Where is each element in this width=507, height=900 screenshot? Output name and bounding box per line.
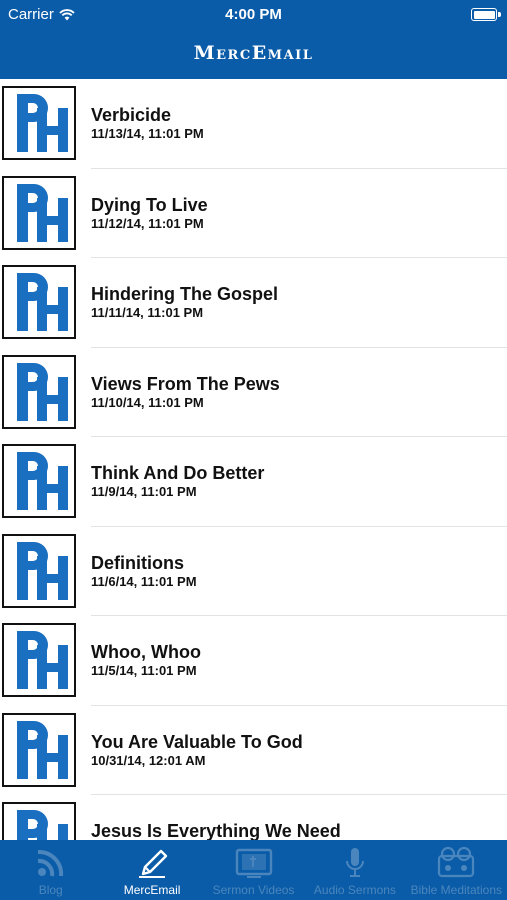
item-title: Definitions [91,552,184,573]
list-item[interactable]: Jesus Is Everything We Need [0,795,507,840]
rss-icon [31,846,71,880]
tab-mercemail[interactable]: MercEmail [101,840,202,900]
tab-audio-sermons[interactable]: Audio Sermons [304,840,405,900]
tab-label: Bible Meditations [410,883,503,897]
ph-logo-icon [2,86,76,160]
item-title: Views From The Pews [91,373,280,394]
item-date: 11/9/14, 11:01 PM [91,484,197,499]
item-title: Whoo, Whoo [91,642,201,662]
status-time: 4:00 PM [225,6,282,23]
item-title: Jesus Is Everything We Need [91,821,341,840]
ph-logo-icon [2,444,76,518]
microphone-icon [335,846,375,880]
item-title: Verbicide [91,105,172,125]
ph-logo-icon [2,623,76,697]
item-date: 11/10/14, 11:01 PM [91,394,204,410]
status-bar: Carrier 4:00 PM [0,0,507,30]
item-date: 11/5/14, 11:01 PM [91,663,197,678]
ph-logo-icon [2,354,76,429]
item-title: Hindering The Gospel [91,284,279,304]
ph-logo-icon [2,175,76,250]
ph-logo-icon [2,265,76,339]
pencil-icon [132,846,172,880]
tab-sermon-videos[interactable]: Sermon Videos [203,840,304,900]
item-date: 10/31/14, 12:01 AM [91,752,206,768]
ph-logo-icon [2,533,76,608]
tab-blog[interactable]: Blog [0,840,101,900]
reel-to-reel-icon [436,846,476,880]
ph-logo-icon [2,802,76,840]
tab-label: Sermon Videos [212,883,295,897]
tab-bible-meditations[interactable]: Bible Meditations [406,840,507,900]
ph-logo-icon [2,712,76,787]
item-title: You Are Valuable To God [91,731,303,752]
list-item[interactable]: Dying To Live 11/12/14, 11:01 PM [0,169,507,258]
tab-bar: Blog MercEmail Sermon Videos Audio Sermo… [0,840,507,900]
list-item[interactable]: You Are Valuable To God 10/31/14, 12:01 … [0,706,507,795]
tab-label: Blog [38,883,63,897]
list-item[interactable]: Hindering The Gospel 11/11/14, 11:01 PM [0,258,507,348]
item-date: 11/11/14, 11:01 PM [91,305,204,320]
list-item[interactable]: Whoo, Whoo 11/5/14, 11:01 PM [0,616,507,706]
item-date: 11/12/14, 11:01 PM [91,215,204,231]
email-list[interactable]: Verbicide 11/13/14, 11:01 PM Dying To Li… [0,79,507,840]
video-screen-icon [234,846,274,880]
item-title: Dying To Live [91,194,208,215]
item-date: 11/13/14, 11:01 PM [91,126,204,141]
nav-bar: MercEmail [0,30,507,79]
item-title: Think And Do Better [91,463,265,483]
item-date: 11/6/14, 11:01 PM [91,573,197,589]
list-item[interactable]: Verbicide 11/13/14, 11:01 PM [0,79,507,169]
list-item[interactable]: Think And Do Better 11/9/14, 11:01 PM [0,437,507,527]
page-title: MercEmail [193,42,314,64]
list-item[interactable]: Definitions 11/6/14, 11:01 PM [0,527,507,616]
battery-icon [471,8,501,21]
tab-label: Audio Sermons [313,883,396,897]
tab-label: MercEmail [123,883,181,897]
list-item[interactable]: Views From The Pews 11/10/14, 11:01 PM [0,348,507,437]
